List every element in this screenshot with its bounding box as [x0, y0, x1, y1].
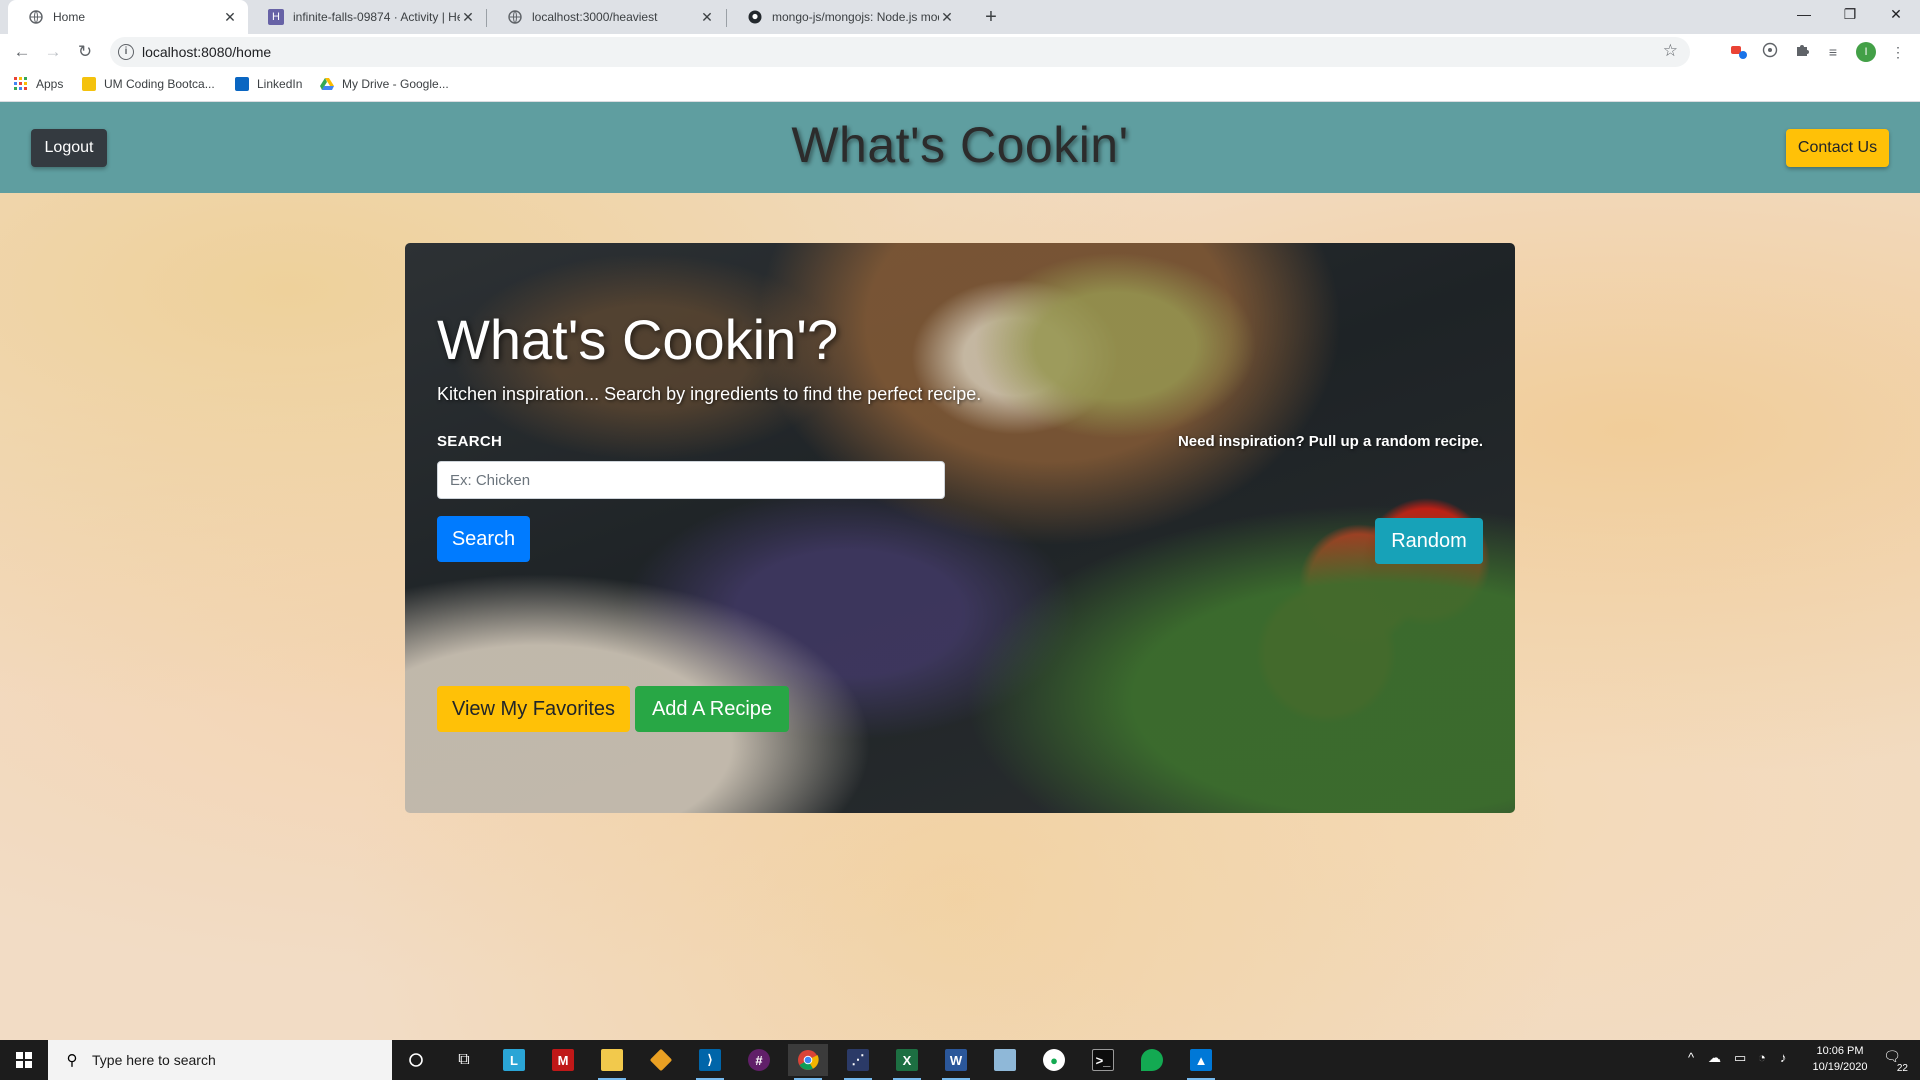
tab-title: infinite-falls-09874 · Activity | Her: [293, 10, 460, 24]
notes-app-icon[interactable]: [985, 1044, 1025, 1076]
task-view-icon[interactable]: ⧉: [444, 1044, 484, 1076]
terminal-icon[interactable]: >_: [1083, 1044, 1123, 1076]
back-icon[interactable]: ←: [10, 40, 34, 64]
google-drive-icon: [320, 77, 334, 91]
taskbar-search-placeholder: Type here to search: [92, 1052, 216, 1068]
ingredient-search-input[interactable]: [437, 461, 945, 499]
taskbar-app-l-icon[interactable]: L: [494, 1044, 534, 1076]
wifi-icon[interactable]: ◔: [1758, 1050, 1766, 1065]
bookmark-star-icon[interactable]: ☆: [1663, 41, 1678, 61]
bookmark-apps[interactable]: Apps: [14, 77, 63, 91]
clock-time: 10:06 PM: [1816, 1045, 1864, 1057]
tray-overflow-icon[interactable]: ^: [1688, 1050, 1694, 1065]
site-navbar: Logout What's Cookin' Contact Us: [0, 102, 1920, 193]
search-label: SEARCH: [437, 433, 503, 450]
folder-icon: [82, 77, 96, 91]
word-icon[interactable]: W: [936, 1044, 976, 1080]
bookmarks-bar: Apps UM Coding Bootca... LinkedIn My Dri…: [0, 70, 1920, 102]
notifications-icon[interactable]: 🗨 22: [1880, 1048, 1908, 1074]
tab-title: Home: [53, 10, 86, 24]
cortana-icon[interactable]: [396, 1044, 436, 1076]
add-recipe-button[interactable]: Add A Recipe: [635, 686, 789, 732]
github-icon: [747, 9, 763, 25]
battery-icon[interactable]: ▭: [1734, 1050, 1746, 1066]
tab-title: localhost:3000/heaviest: [532, 10, 658, 24]
browser-menu-icon[interactable]: ⋮: [1888, 42, 1908, 62]
globe-icon: [28, 9, 44, 25]
git-kraken-icon[interactable]: [641, 1044, 681, 1076]
browser-tab-strip: Home ✕ H infinite-falls-09874 · Activity…: [0, 0, 1920, 34]
chrome-icon[interactable]: [788, 1044, 828, 1080]
puzzle-extensions-icon[interactable]: [1792, 42, 1812, 62]
tab-github[interactable]: mongo-js/mongojs: Node.js mod ✕: [727, 0, 965, 34]
apps-grid-icon: [14, 77, 28, 91]
page-body: Logout What's Cookin' Contact Us What's …: [0, 102, 1920, 1040]
bookmark-google-drive[interactable]: My Drive - Google...: [320, 77, 449, 91]
slack-icon[interactable]: #: [739, 1044, 779, 1076]
bookmark-label: LinkedIn: [257, 77, 303, 91]
reload-icon[interactable]: ↻: [73, 40, 97, 64]
close-tab-icon[interactable]: ✕: [699, 9, 715, 26]
contact-us-button[interactable]: Contact Us: [1786, 129, 1889, 167]
bookmark-label: UM Coding Bootca...: [104, 77, 215, 91]
volume-icon[interactable]: ♪: [1780, 1050, 1787, 1065]
file-explorer-icon[interactable]: [592, 1044, 632, 1080]
mongodb-compass-icon[interactable]: [1132, 1044, 1172, 1076]
clock-date: 10/19/2020: [1812, 1061, 1868, 1073]
tab-home[interactable]: Home ✕: [8, 0, 248, 34]
hero-title: What's Cookin'?: [437, 308, 839, 371]
bookmark-um-coding[interactable]: UM Coding Bootca...: [82, 77, 215, 91]
heroku-icon: H: [268, 9, 284, 25]
minimize-icon[interactable]: —: [1781, 0, 1827, 30]
tab-title: mongo-js/mongojs: Node.js mod: [772, 10, 939, 24]
new-tab-icon[interactable]: +: [978, 4, 1004, 30]
bookmark-linkedin[interactable]: LinkedIn: [235, 77, 302, 91]
profile-avatar[interactable]: I: [1856, 42, 1876, 62]
hero-lead-text: Kitchen inspiration... Search by ingredi…: [437, 384, 982, 404]
browser-toolbar: ← → ↻ i localhost:8080/home ☆ ≡ I ⋮: [0, 34, 1920, 70]
restore-icon[interactable]: ❐: [1827, 0, 1873, 30]
address-bar[interactable]: i localhost:8080/home ☆: [110, 37, 1690, 67]
linkedin-icon: [235, 77, 249, 91]
close-tab-icon[interactable]: ✕: [222, 9, 238, 26]
random-button[interactable]: Random: [1375, 518, 1483, 564]
site-info-icon[interactable]: i: [118, 44, 134, 60]
taskbar-app-icon[interactable]: ⋰: [838, 1044, 878, 1080]
windows-start-icon[interactable]: [0, 1040, 48, 1080]
taskbar-clock[interactable]: 10:06 PM 10/19/2020: [1800, 1043, 1880, 1075]
close-tab-icon[interactable]: ✕: [460, 9, 476, 26]
globe-icon: [507, 9, 523, 25]
tab-localhost-3000[interactable]: localhost:3000/heaviest ✕: [487, 0, 725, 34]
bookmark-label: My Drive - Google...: [342, 77, 449, 91]
robo3t-icon[interactable]: ●: [1034, 1044, 1074, 1076]
extension-icon[interactable]: [1760, 42, 1780, 62]
search-icon: ⚲: [66, 1052, 78, 1069]
notification-count: 22: [1896, 1063, 1908, 1074]
tab-heroku[interactable]: H infinite-falls-09874 · Activity | Her …: [248, 0, 486, 34]
excel-icon[interactable]: X: [887, 1044, 927, 1080]
bookmark-label: Apps: [36, 77, 64, 91]
close-tab-icon[interactable]: ✕: [939, 9, 955, 26]
mcafee-shield-icon[interactable]: M: [543, 1044, 583, 1076]
mcafee-tray-icon[interactable]: ☁: [1708, 1050, 1721, 1066]
search-button[interactable]: Search: [437, 516, 530, 562]
site-brand-title: What's Cookin': [791, 117, 1129, 173]
taskbar-search-box[interactable]: ⚲ Type here to search: [48, 1040, 392, 1080]
media-queue-icon[interactable]: ≡: [1823, 42, 1843, 62]
windows-taskbar: ⚲ Type here to search ⧉ L M ⟩ # ⋰ X W ● …: [0, 1040, 1920, 1080]
photos-app-icon[interactable]: ▲: [1181, 1044, 1221, 1080]
close-window-icon[interactable]: ✕: [1873, 0, 1919, 30]
url-text[interactable]: localhost:8080/home: [142, 44, 271, 60]
random-prompt-text: Need inspiration? Pull up a random recip…: [1177, 433, 1483, 450]
extension-icon[interactable]: [1728, 42, 1748, 62]
hero-jumbotron: What's Cookin'? Kitchen inspiration... S…: [405, 243, 1515, 813]
forward-icon[interactable]: →: [41, 40, 65, 64]
vscode-icon[interactable]: ⟩: [690, 1044, 730, 1080]
view-favorites-button[interactable]: View My Favorites: [437, 686, 630, 732]
